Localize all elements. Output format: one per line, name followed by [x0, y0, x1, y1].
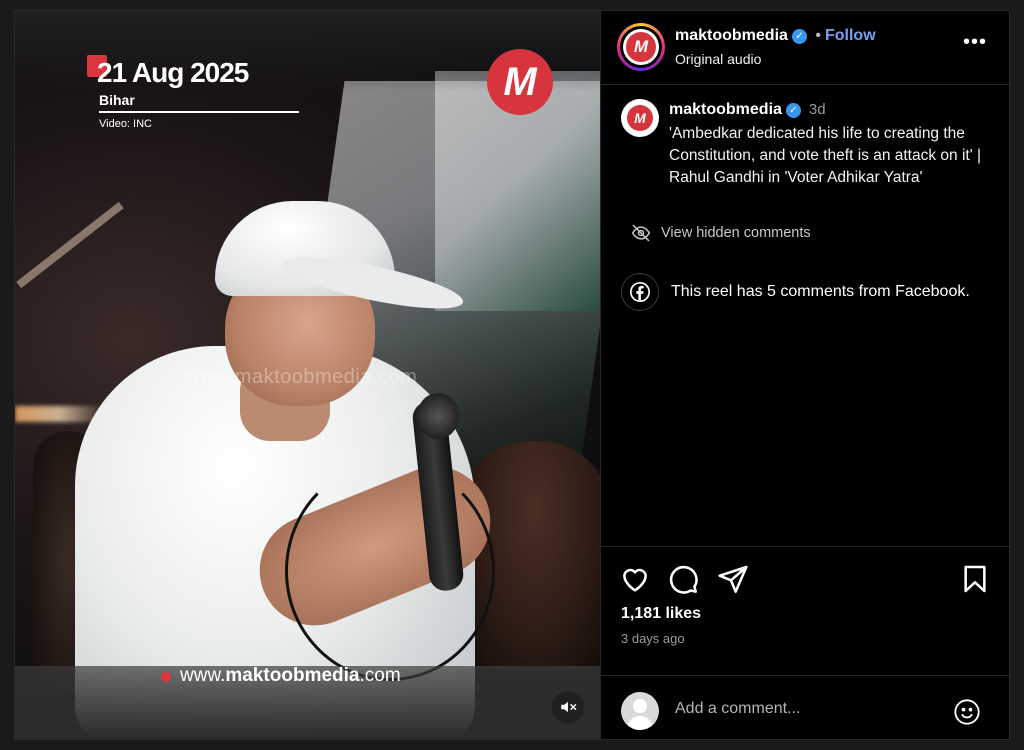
muted-speaker-icon [561, 701, 577, 713]
avatar-logo-mark: M [626, 32, 656, 62]
post-header: M maktoobmedia ✓ • Follow Original audio •… [601, 11, 1011, 85]
post-modal: www.maktoobmedia.com 21 Aug 2025 Bihar V… [14, 10, 1011, 740]
share-icon[interactable] [717, 563, 749, 595]
add-comment-bar [601, 675, 1011, 740]
header-separator: • [815, 27, 821, 44]
view-hidden-comments[interactable]: View hidden comments [631, 223, 811, 243]
site-url-suffix: .com [359, 665, 401, 686]
comment-icon[interactable] [667, 563, 699, 595]
likes-count[interactable]: 1,181 likes [621, 605, 701, 623]
header-username[interactable]: maktoobmedia [675, 27, 788, 44]
video-credit: Video: INC [99, 118, 152, 130]
heart-icon[interactable] [619, 563, 651, 595]
caption-avatar[interactable]: M [621, 99, 659, 137]
comment-input[interactable] [675, 700, 935, 718]
caption-text: 'Ambedkar dedicated his life to creating… [669, 125, 981, 186]
follow-button[interactable]: Follow [825, 27, 876, 44]
caption-time[interactable]: 3d [809, 101, 826, 118]
maktoob-logo: M [487, 49, 553, 115]
site-url-prefix: www. [180, 665, 226, 686]
video-location: Bihar [99, 92, 135, 108]
post-date[interactable]: 3 days ago [621, 631, 685, 646]
caption-username-line: maktoobmedia ✓ 3d [669, 101, 826, 119]
user-avatar [621, 692, 659, 730]
facebook-icon [621, 273, 659, 311]
site-dot [161, 672, 171, 682]
header-username-line: maktoobmedia ✓ • Follow [675, 27, 876, 45]
audio-link[interactable]: Original audio [675, 51, 761, 67]
site-url: www.maktoobmedia.com [180, 665, 401, 687]
facebook-comments-note: This reel has 5 comments from Facebook. [621, 273, 970, 311]
facebook-note-text: This reel has 5 comments from Facebook. [671, 283, 970, 300]
action-icons [619, 563, 999, 597]
verified-badge-icon: ✓ [785, 103, 801, 118]
hidden-comments-label: View hidden comments [661, 225, 811, 241]
bookmark-icon[interactable] [959, 563, 991, 595]
more-options-icon[interactable]: ••• [963, 31, 987, 54]
reel-video[interactable]: www.maktoobmedia.com 21 Aug 2025 Bihar V… [15, 11, 600, 739]
caption-username[interactable]: maktoobmedia [669, 101, 782, 118]
eye-slash-icon [631, 224, 651, 242]
verified-badge-icon: ✓ [791, 29, 807, 44]
caption-avatar-mark: M [627, 105, 653, 131]
mute-button[interactable] [552, 691, 584, 723]
site-url-brand: maktoobmedia [225, 665, 360, 686]
avatar[interactable]: M [617, 23, 665, 71]
post-actions: 1,181 likes 3 days ago [601, 546, 1011, 739]
post-sidebar: M maktoobmedia ✓ • Follow Original audio •… [600, 11, 1011, 739]
video-watermark: www.maktoobmedia.com [185, 366, 418, 388]
video-date: 21 Aug 2025 [97, 57, 249, 88]
emoji-icon[interactable] [953, 698, 981, 726]
divider [99, 111, 299, 113]
